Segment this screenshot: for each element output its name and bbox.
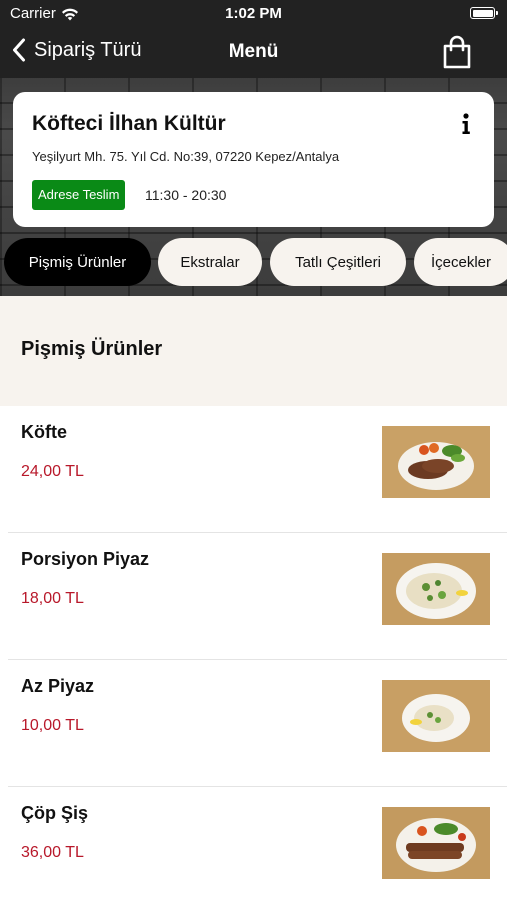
tab-ekstralar[interactable]: Ekstralar (158, 238, 262, 286)
menu-item-kofte[interactable]: Köfte 24,00 TL (0, 406, 507, 533)
chevron-left-icon (13, 38, 25, 62)
back-button[interactable]: Sipariş Türü (12, 38, 141, 62)
category-tabs: Pişmiş Ürünler Ekstralar Tatlı Çeşitleri… (0, 238, 507, 288)
kofte-plate-photo (382, 426, 490, 498)
cop-sis-plate-photo (382, 807, 490, 879)
tab-icecekler[interactable]: İçecekler (414, 238, 507, 286)
small-piyaz-plate-photo (382, 680, 490, 752)
delivery-type-badge: Adrese Teslim (32, 180, 126, 210)
menu-item-az-piyaz[interactable]: Az Piyaz 10,00 TL (0, 660, 507, 787)
tab-tatli-cesitleri[interactable]: Tatlı Çeşitleri (270, 238, 406, 286)
item-name: Köfte (21, 422, 67, 442)
tab-pismis-urunler[interactable]: Pişmiş Ürünler (4, 238, 151, 286)
store-address: Yeşilyurt Mh. 75. Yıl Cd. No:39, 07220 K… (32, 149, 340, 164)
item-name: Az Piyaz (21, 676, 95, 696)
info-icon (462, 113, 470, 134)
piyaz-plate-photo (382, 553, 490, 625)
menu-item-porsiyon-piyaz[interactable]: Porsiyon Piyaz 18,00 TL (0, 533, 507, 660)
status-time: 1:02 PM (225, 5, 282, 22)
back-button-label: Sipariş Türü (34, 38, 142, 61)
item-name: Porsiyon Piyaz (21, 549, 150, 569)
item-name: Çöp Şiş (21, 803, 89, 823)
cart-button[interactable] (441, 34, 473, 70)
menu-item-cop-sis[interactable]: Çöp Şiş 36,00 TL (0, 787, 507, 900)
section-header: Pişmiş Ürünler (0, 296, 507, 406)
status-bar: Carrier 1:02 PM (0, 0, 507, 28)
item-price: 18,00 TL (21, 590, 84, 607)
info-button[interactable] (456, 112, 476, 136)
shopping-bag-icon (443, 35, 471, 69)
navigation-bar: Sipariş Türü Menü (0, 28, 507, 78)
item-price: 10,00 TL (21, 717, 84, 734)
item-price: 36,00 TL (21, 844, 84, 861)
section-title: Pişmiş Ürünler (21, 338, 163, 360)
opening-hours: 11:30 - 20:30 (145, 187, 227, 203)
battery-icon (470, 7, 498, 19)
store-name: Köfteci İlhan Kültür (32, 112, 226, 135)
item-price: 24,00 TL (21, 463, 84, 480)
store-info-card: Köfteci İlhan Kültür Yeşilyurt Mh. 75. Y… (13, 92, 494, 227)
